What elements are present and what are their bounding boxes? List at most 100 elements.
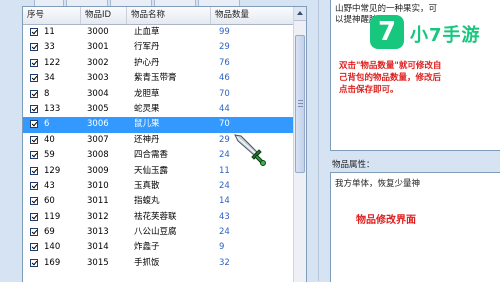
checkbox-icon[interactable] <box>30 243 38 252</box>
logo-badge-icon: 7 <box>370 15 404 49</box>
vertical-scrollbar[interactable] <box>293 7 306 282</box>
cell-qty[interactable]: 14 <box>219 194 230 209</box>
table-row[interactable]: 6 3006 鼠儿果 70 <box>23 117 293 133</box>
cell-seq: 40 <box>44 134 55 145</box>
scroll-thumb[interactable] <box>295 35 305 173</box>
grip-icon <box>298 106 303 107</box>
cell-seq: 59 <box>44 150 55 161</box>
cell-qty[interactable]: 32 <box>219 256 230 271</box>
cell-name: 手抓饭 <box>134 257 160 268</box>
cell-id: 3014 <box>87 242 109 253</box>
cell-id: 3005 <box>87 103 109 114</box>
cell-id: 3004 <box>87 88 109 99</box>
cell-qty[interactable]: 44 <box>219 102 230 117</box>
cell-qty[interactable]: 46 <box>219 71 230 86</box>
table-row[interactable]: 43 3010 玉真散 24 <box>23 179 293 194</box>
checkbox-icon[interactable] <box>30 104 38 113</box>
pane-divider[interactable] <box>318 0 319 281</box>
cell-name: 指蝮丸 <box>134 196 160 207</box>
cell-seq: 69 <box>44 227 55 238</box>
table-row[interactable]: 122 3002 护心丹 76 <box>23 56 293 71</box>
table-row[interactable]: 33 3001 行军丹 29 <box>23 40 293 55</box>
cell-name: 四合需香 <box>134 150 169 161</box>
cell-qty[interactable]: 29 <box>219 40 230 55</box>
cell-name: 还神丹 <box>134 134 160 145</box>
grip-icon <box>298 103 303 104</box>
cell-name: 行军丹 <box>134 42 160 53</box>
cell-seq: 133 <box>44 103 61 114</box>
column-header-seq[interactable]: 序号 <box>23 7 81 24</box>
cell-id: 3001 <box>87 42 109 53</box>
cell-seq: 122 <box>44 57 61 68</box>
cell-name: 炸蠡子 <box>134 242 160 253</box>
cell-qty[interactable]: 70 <box>219 117 230 132</box>
cell-qty[interactable]: 24 <box>219 225 230 240</box>
cell-seq: 34 <box>44 73 55 84</box>
cell-qty[interactable]: 29 <box>219 133 230 148</box>
cell-qty[interactable]: 24 <box>219 148 230 163</box>
cell-name: 天仙玉露 <box>134 165 169 176</box>
table-row[interactable]: 133 3005 蛇灵果 44 <box>23 102 293 117</box>
cell-name: 祛花芙蓉联 <box>134 211 177 222</box>
cell-name: 玉真散 <box>134 180 160 191</box>
item-attributes-label: 物品属性： <box>332 160 375 170</box>
checkbox-icon[interactable] <box>30 120 38 129</box>
column-header-name[interactable]: 物品名称 <box>127 7 211 24</box>
table-row[interactable]: 60 3011 指蝮丸 14 <box>23 194 293 209</box>
column-header-id[interactable]: 物品ID <box>81 7 127 24</box>
cell-id: 3010 <box>87 180 109 191</box>
cell-id: 3007 <box>87 134 109 145</box>
checkbox-icon[interactable] <box>30 28 38 36</box>
cell-qty[interactable]: 11 <box>219 164 230 179</box>
cell-seq: 11 <box>44 27 55 37</box>
checkbox-icon[interactable] <box>30 135 38 144</box>
checkbox-icon[interactable] <box>30 74 38 83</box>
cell-qty[interactable]: 76 <box>219 56 230 71</box>
table-row[interactable]: 169 3015 手抓饭 32 <box>23 256 293 271</box>
logo-badge-text: 7 <box>377 17 397 47</box>
checkbox-icon[interactable] <box>30 228 38 237</box>
cell-seq: 33 <box>44 42 55 53</box>
checkbox-icon[interactable] <box>30 58 38 67</box>
cell-id: 3009 <box>87 165 109 176</box>
cell-seq: 129 <box>44 165 61 176</box>
cell-qty[interactable]: 9 <box>219 240 224 255</box>
table-row[interactable]: 140 3014 炸蠡子 9 <box>23 240 293 255</box>
table-row[interactable]: 69 3013 八公山豆腐 24 <box>23 225 293 240</box>
checkbox-icon[interactable] <box>30 151 38 160</box>
checkbox-icon[interactable] <box>30 258 38 267</box>
table-row[interactable]: 34 3003 紫青玉带膏 46 <box>23 71 293 86</box>
checkbox-icon[interactable] <box>30 166 38 175</box>
checkbox-icon[interactable] <box>30 212 38 221</box>
cell-name: 鼠儿果 <box>134 119 160 130</box>
grip-icon <box>298 100 303 101</box>
cell-qty[interactable]: 99 <box>219 25 230 40</box>
item-edit-screen-note: 物品修改界面 <box>356 215 416 226</box>
cell-seq: 140 <box>44 242 61 253</box>
checkbox-icon[interactable] <box>30 43 38 52</box>
cell-seq: 43 <box>44 180 55 191</box>
cell-name: 护心丹 <box>134 57 160 68</box>
cell-name: 蛇灵果 <box>134 103 160 114</box>
checkbox-icon[interactable] <box>30 89 38 98</box>
table-row[interactable]: 8 3004 龙胆草 70 <box>23 87 293 102</box>
cell-id: 3011 <box>87 196 109 207</box>
column-header-qty[interactable]: 物品数量 <box>211 7 293 24</box>
cell-qty[interactable]: 43 <box>219 210 230 225</box>
cell-seq: 8 <box>44 88 50 99</box>
cell-seq: 60 <box>44 196 55 207</box>
cell-id: 3002 <box>87 57 109 68</box>
cell-id: 3008 <box>87 150 109 161</box>
table-row[interactable]: 119 3012 祛花芙蓉联 43 <box>23 210 293 225</box>
list-header: 序号 物品ID 物品名称 物品数量 <box>23 7 293 25</box>
checkbox-icon[interactable] <box>30 197 38 206</box>
checkbox-icon[interactable] <box>30 181 38 190</box>
table-row[interactable]: 11 3000 止血草 99 <box>23 25 293 40</box>
scroll-up-icon[interactable] <box>294 7 306 21</box>
cell-qty[interactable]: 24 <box>219 179 230 194</box>
cell-seq: 119 <box>44 211 61 222</box>
cell-qty[interactable]: 70 <box>219 87 230 102</box>
cell-name: 止血草 <box>134 27 160 37</box>
item-attributes-panel: 我方单体，恢复少量神 物品修改界面 <box>330 172 500 282</box>
sword-cursor-icon <box>234 134 266 166</box>
